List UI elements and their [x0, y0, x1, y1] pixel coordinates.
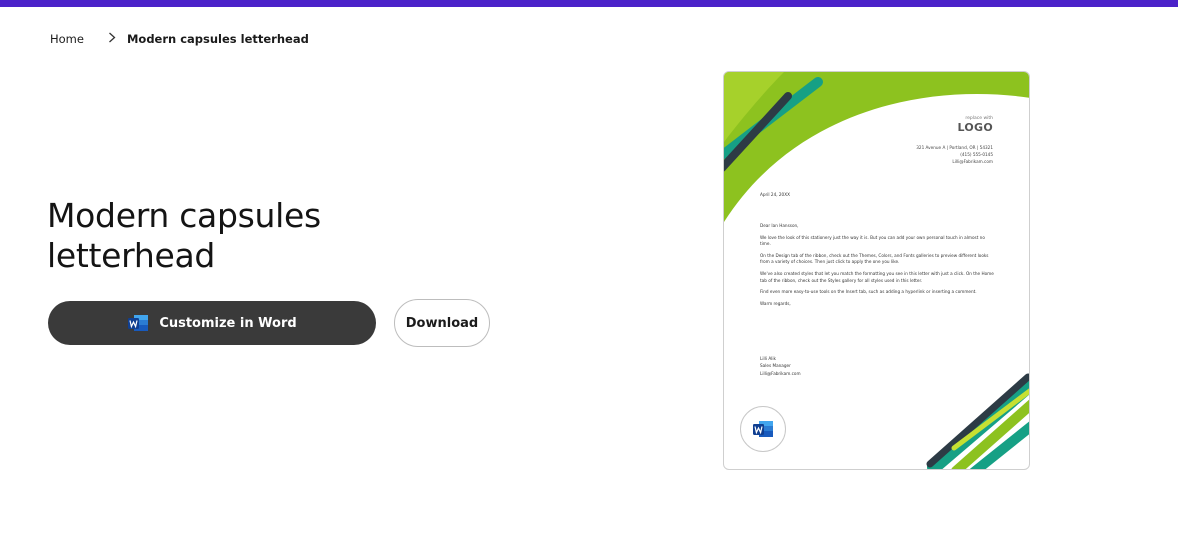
letter-paragraph: Find even more easy-to-use tools on the …	[760, 289, 977, 295]
breadcrumb-current: Modern capsules letterhead	[126, 32, 309, 46]
sender-address: 321 Avenue A | Portland, OR | 54321 (415…	[916, 145, 993, 164]
chevron-right-icon	[108, 32, 116, 46]
download-button[interactable]: Download	[394, 299, 490, 347]
word-app-icon	[127, 314, 149, 332]
letter-paragraph: On the Design tab of the ribbon, check o…	[760, 252, 989, 265]
template-preview[interactable]: replace with LOGO 321 Avenue A | Portlan…	[723, 71, 1030, 470]
breadcrumb-home-link[interactable]: Home	[50, 32, 84, 46]
letter-body: Dear Ian Hansson, We love the look of th…	[760, 223, 996, 312]
top-accent-bar	[0, 0, 1178, 7]
letter-date: April 24, 20XX	[760, 192, 790, 197]
word-app-icon	[753, 421, 773, 437]
word-badge	[740, 406, 786, 452]
customize-in-word-button[interactable]: Customize in Word	[48, 301, 376, 345]
letter-closing: Warm regards,	[760, 300, 791, 306]
letter-paragraph: We love the look of this stationery just…	[760, 234, 985, 247]
page-title: Modern capsules letterhead	[47, 196, 321, 275]
letter-greeting: Dear Ian Hansson,	[760, 223, 799, 228]
letter-paragraph: We've also created styles that let you m…	[760, 270, 994, 283]
customize-button-label: Customize in Word	[159, 315, 297, 331]
breadcrumb: Home Modern capsules letterhead	[50, 32, 309, 46]
letter-signature: Lilli Alik Sales Manager Lilli@Fabrikam.…	[760, 356, 801, 376]
logo-placeholder: LOGO	[957, 121, 993, 134]
